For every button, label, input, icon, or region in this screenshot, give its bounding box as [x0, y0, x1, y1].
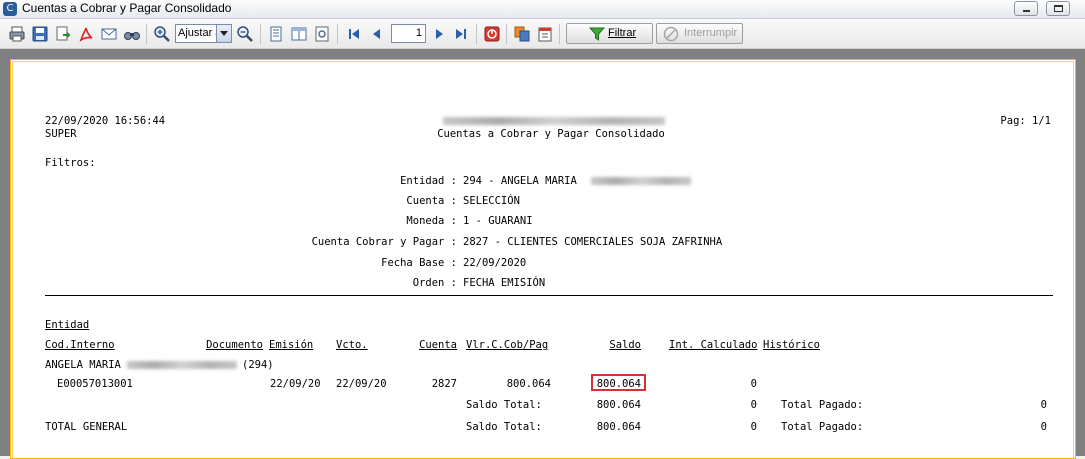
col-header-int-calculado: Int. Calculado — [669, 339, 758, 351]
zoom-in-icon[interactable] — [153, 25, 171, 43]
subtotal-pagado-label: Total Pagado: — [781, 399, 864, 411]
toolbar-separator — [146, 24, 147, 44]
two-page-icon[interactable] — [290, 25, 308, 43]
total-pagado-label: Total Pagado: — [781, 421, 864, 433]
report-viewer: 22/09/2020 16:56:44 SUPER Cuentas a Cobr… — [0, 49, 1085, 459]
col-header-vlr: Vlr.C.Cob/Pag — [466, 339, 549, 351]
subtotal-saldo-label: Saldo Total: — [466, 399, 542, 411]
row-vlr: 800.064 — [506, 378, 551, 390]
report-icon[interactable] — [536, 25, 554, 43]
filter-value-cuenta-cobrar-pagar: 2827 - CLIENTES COMERCIALES SOJA ZAFRINH… — [463, 236, 723, 248]
col-header-saldo: Saldo — [609, 339, 641, 351]
page-number-input[interactable]: 1 — [391, 24, 426, 43]
redacted-entity-surname — [127, 361, 237, 369]
total-saldo-label: Saldo Total: — [466, 421, 542, 433]
report-user: SUPER — [45, 128, 77, 140]
filter-value-orden: FECHA EMISIÓN — [463, 277, 546, 289]
row-cuenta: 2827 — [431, 378, 457, 390]
filter-label-entidad: Entidad : — [400, 175, 457, 187]
col-header-historico: Histórico — [763, 339, 820, 351]
minimize-button[interactable] — [1014, 1, 1038, 16]
single-page-icon[interactable] — [267, 25, 285, 43]
toolbar-separator — [476, 24, 477, 44]
maximize-button[interactable] — [1046, 1, 1070, 16]
filter-label-cuenta: Cuenta : — [406, 195, 457, 207]
filter-label-fecha-base: Fecha Base : — [381, 257, 457, 269]
section-divider — [45, 295, 1053, 296]
redacted-company-name — [443, 117, 665, 125]
row-cod-interno: E00057013001 — [57, 378, 133, 390]
chevron-down-icon[interactable] — [216, 25, 231, 42]
app-icon: C — [3, 2, 17, 16]
funnel-icon — [588, 26, 606, 42]
col-header-emision: Emisión — [269, 339, 314, 351]
last-page-icon[interactable] — [452, 25, 470, 43]
toolbar-separator — [506, 24, 507, 44]
filter-value-fecha-base: 22/09/2020 — [463, 257, 527, 269]
saldo-highlight-box — [591, 374, 646, 391]
first-page-icon[interactable] — [345, 25, 363, 43]
toolbar-separator — [337, 24, 338, 44]
zoom-select[interactable]: Ajustar a — [175, 24, 232, 43]
find-icon[interactable] — [123, 25, 141, 43]
window-title: Cuentas a Cobrar y Pagar Consolidado — [22, 1, 232, 15]
report-page-number: Pag: 1/1 — [1000, 115, 1051, 127]
row-int-calculado: 0 — [750, 378, 757, 390]
next-page-icon[interactable] — [430, 25, 448, 43]
filter-label-cuenta-cobrar-pagar: Cuenta Cobrar y Pagar : — [311, 236, 457, 248]
total-int: 0 — [750, 421, 757, 433]
settings-icon[interactable] — [313, 25, 331, 43]
email-icon[interactable] — [100, 25, 118, 43]
entity-name: ANGELA MARIA — [45, 359, 121, 371]
save-icon[interactable] — [31, 25, 49, 43]
filter-button-label: Filtrar — [608, 27, 637, 39]
total-general-label: TOTAL GENERAL — [45, 421, 128, 433]
filters-label: Filtros: — [45, 157, 96, 169]
report-title: Cuentas a Cobrar y Pagar Consolidado — [437, 128, 665, 140]
interrupt-button[interactable]: Interrumpir — [656, 23, 743, 44]
subtotal-pagado: 0 — [1040, 399, 1047, 411]
interrupt-button-label: Interrumpir — [684, 27, 738, 39]
report-datetime: 22/09/2020 16:56:44 — [45, 115, 166, 127]
total-saldo: 800.064 — [596, 421, 641, 433]
report-page: 22/09/2020 16:56:44 SUPER Cuentas a Cobr… — [10, 59, 1076, 459]
copy-icon[interactable] — [513, 25, 531, 43]
col-header-vcto: Vcto. — [336, 339, 368, 351]
stop-icon[interactable] — [483, 25, 501, 43]
zoom-out-icon[interactable] — [236, 25, 254, 43]
toolbar-separator — [559, 24, 560, 44]
subtotal-int: 0 — [750, 399, 757, 411]
filter-label-orden: Orden : — [412, 277, 457, 289]
filter-label-moneda: Moneda : — [406, 215, 457, 227]
col-header-cod-interno: Cod.Interno — [45, 339, 115, 351]
printer-icon[interactable] — [8, 25, 26, 43]
interrupt-icon — [663, 26, 679, 42]
row-vcto: 22/09/20 — [336, 378, 387, 390]
col-header-documento: Documento — [206, 339, 263, 351]
pdf-icon[interactable] — [77, 25, 95, 43]
row-emision: 22/09/20 — [270, 378, 321, 390]
filter-value-cuenta: SELECCIÓN — [463, 195, 520, 207]
toolbar-separator — [260, 24, 261, 44]
redacted-entity-surname — [591, 177, 691, 185]
prev-page-icon[interactable] — [368, 25, 386, 43]
toolbar: Ajustar a 1 Filtrar Interrumpir — [0, 19, 1085, 49]
filter-value-moneda: 1 - GUARANI — [463, 215, 533, 227]
filter-button[interactable]: Filtrar — [566, 23, 653, 44]
group-header-entidad: Entidad — [45, 319, 90, 331]
export-icon[interactable] — [54, 25, 72, 43]
filter-value-entidad: 294 - ANGELA MARIA — [463, 175, 577, 187]
entity-code: (294) — [242, 359, 274, 371]
subtotal-saldo: 800.064 — [596, 399, 641, 411]
title-bar: C Cuentas a Cobrar y Pagar Consolidado — [0, 0, 1085, 19]
total-pagado: 0 — [1040, 421, 1047, 433]
zoom-select-value: Ajustar a — [178, 27, 222, 39]
col-header-cuenta: Cuenta — [419, 339, 457, 351]
